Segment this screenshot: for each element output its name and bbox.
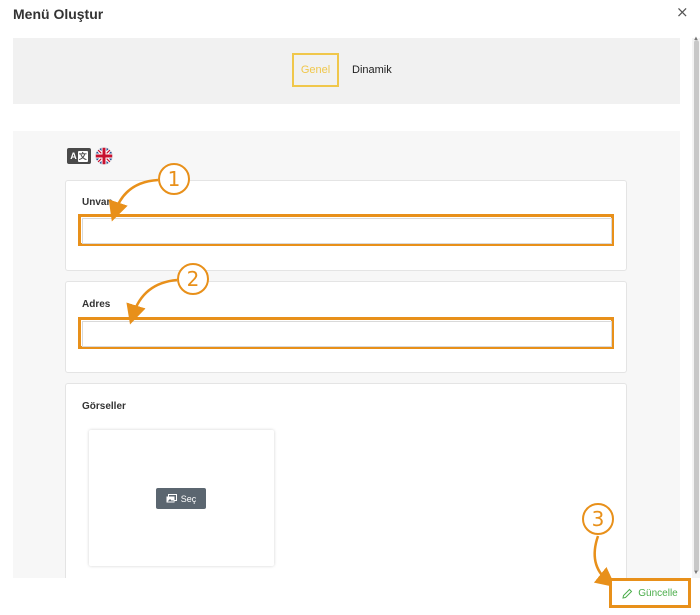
gorseller-label: Görseller	[82, 401, 126, 412]
update-button[interactable]: Güncelle	[609, 578, 691, 608]
scrollbar-thumb[interactable]	[694, 40, 699, 572]
tab-bar: Genel Dinamik	[13, 38, 680, 104]
translate-glyph-b: 文	[77, 150, 88, 162]
unvan-label: Unvan	[82, 197, 113, 208]
images-icon	[166, 494, 177, 503]
select-image-label: Seç	[180, 493, 197, 504]
adres-card: Adres	[65, 281, 627, 373]
select-image-button[interactable]: Seç	[156, 488, 206, 509]
image-upload-box[interactable]: Seç	[89, 430, 274, 566]
tab-genel[interactable]: Genel	[292, 53, 339, 87]
gorseller-card: Görseller Seç	[65, 383, 627, 578]
callout-1: 1	[158, 163, 190, 195]
uk-flag-icon[interactable]	[95, 147, 113, 165]
callout-2: 2	[177, 263, 209, 295]
close-icon[interactable]: ×	[676, 3, 689, 21]
unvan-card: Unvan	[65, 180, 627, 271]
callout-3: 3	[582, 503, 614, 535]
adres-label: Adres	[82, 299, 111, 310]
tab-dinamik[interactable]: Dinamik	[352, 53, 392, 87]
translate-icon[interactable]: A 文	[67, 148, 91, 164]
translate-glyph-a: A	[70, 151, 77, 161]
form-panel: A 文 Unvan Adres Görseller Seç	[13, 131, 680, 578]
adres-input[interactable]	[78, 317, 614, 349]
unvan-input[interactable]	[78, 214, 614, 246]
modal-title: Menü Oluştur	[13, 6, 104, 22]
update-button-label: Güncelle	[638, 587, 678, 599]
scroll-down-arrow-icon[interactable]: ▼	[693, 570, 699, 576]
pencil-icon	[622, 588, 633, 599]
scroll-up-arrow-icon[interactable]: ▲	[693, 36, 699, 42]
